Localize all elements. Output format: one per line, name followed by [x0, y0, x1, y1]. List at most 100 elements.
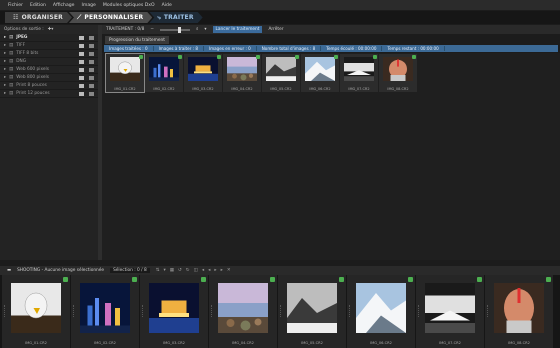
thumbnail-size-slider[interactable] [159, 26, 190, 33]
thumbnail-filename: IMG_02.CR2 [153, 87, 175, 91]
output-option-label: TIFF 8 bits [16, 51, 39, 56]
settings-icon[interactable] [79, 83, 84, 88]
folder-icon[interactable] [89, 91, 94, 96]
processing-thumbnail[interactable]: IMG_06.CR2 [301, 54, 339, 92]
expand-arrow-icon[interactable]: ▸ [4, 75, 6, 80]
tab-personnaliser[interactable]: ⟋ PERSONNALISER [69, 12, 152, 23]
processing-thumbnail[interactable]: IMG_07.CR2 [340, 54, 378, 92]
output-option-row[interactable]: ▸ ▤ Print 12 pouces [0, 90, 98, 98]
filmstrip-thumbnail[interactable]: IMG_05.CR2 [278, 275, 346, 348]
expand-arrow-icon[interactable]: ▸ [4, 43, 6, 48]
folder-icon[interactable] [89, 83, 94, 88]
processing-stats: Images traitées : 0 Images à traiter : 8… [104, 45, 558, 52]
selection-count: Sélection : 0 / 8 [110, 268, 150, 273]
menu-image[interactable]: Image [82, 3, 96, 8]
status-badge [270, 277, 275, 282]
rotate-left-icon[interactable]: ↺ [178, 268, 182, 273]
processing-thumbnail[interactable]: IMG_05.CR2 [262, 54, 300, 92]
filter-icon[interactable]: ▾ [163, 268, 165, 273]
filmstrip-thumbnail[interactable]: IMG_04.CR2 [209, 275, 277, 348]
first-icon[interactable]: ◂ [202, 268, 204, 273]
filter-icon[interactable]: ▾ [204, 27, 206, 32]
output-icon: ▤ [9, 83, 14, 88]
filmstrip-thumbnail[interactable]: IMG_03.CR2 [140, 275, 208, 348]
status-badge [339, 277, 344, 282]
menu-help[interactable]: Aide [162, 3, 172, 8]
processing-thumbnail[interactable]: IMG_02.CR2 [145, 54, 183, 92]
add-output-icon[interactable]: ✚▾ [48, 27, 54, 32]
menu-file[interactable]: Fichier [8, 3, 23, 8]
output-option-row[interactable]: ▸ ▤ JPEG [0, 34, 98, 42]
expand-arrow-icon[interactable]: ▸ [4, 59, 6, 64]
delete-icon[interactable]: ✕ [227, 268, 231, 273]
folder-icon[interactable] [89, 43, 94, 48]
status-badge [63, 277, 68, 282]
output-option-label: JPEG [16, 35, 28, 40]
output-option-label: DNG [16, 59, 27, 64]
menu-optics-modules[interactable]: Modules optiques DxO [103, 3, 155, 8]
rotate-right-icon[interactable]: ↻ [186, 268, 190, 273]
folder-icon[interactable] [89, 67, 94, 72]
filmstrip: IMG_01.CR2 IMG_02.CR2 IMG_03.CR2 IMG_04.… [0, 275, 560, 348]
filmstrip-toolbar: ▬ SHOOTING - Aucune image sélectionnée S… [0, 266, 560, 275]
zoom-in-icon[interactable]: ⌕ [196, 27, 198, 32]
output-option-row[interactable]: ▸ ▤ Print 8 pouces [0, 82, 98, 90]
filmstrip-thumbnail[interactable]: IMG_07.CR2 [416, 275, 484, 348]
next-icon[interactable]: ▸ [214, 268, 216, 273]
grid-icon: ☷ [13, 14, 19, 21]
thumbnail-filename: IMG_04.CR2 [232, 341, 254, 345]
output-icon: ▤ [9, 51, 14, 56]
output-option-row[interactable]: ▸ ▤ Web 600 pixels [0, 66, 98, 74]
sort-icon[interactable]: ⇅ [156, 268, 160, 273]
output-option-row[interactable]: ▸ ▤ DNG [0, 58, 98, 66]
output-option-row[interactable]: ▸ ▤ TIFF [0, 42, 98, 50]
settings-icon[interactable] [79, 67, 84, 72]
menu-edit[interactable]: Edition [30, 3, 46, 8]
folder-icon[interactable] [89, 75, 94, 80]
processing-thumbnail[interactable]: IMG_08.CR2 [379, 54, 417, 92]
folder-icon[interactable] [89, 35, 94, 40]
processing-thumbnail[interactable]: IMG_01.CR2 [105, 53, 145, 93]
zoom-out-icon[interactable]: − [150, 27, 154, 32]
settings-icon[interactable] [79, 43, 84, 48]
filmstrip-thumbnail[interactable]: IMG_08.CR2 [485, 275, 553, 348]
stop-button[interactable]: Arrêter [268, 27, 283, 32]
filmstrip-thumbnail[interactable]: IMG_02.CR2 [71, 275, 139, 348]
settings-icon[interactable] [79, 35, 84, 40]
processing-thumbnail[interactable]: IMG_04.CR2 [223, 54, 261, 92]
expand-arrow-icon[interactable]: ▸ [4, 83, 6, 88]
filmstrip-thumbnail[interactable]: IMG_01.CR2 [2, 275, 70, 348]
last-icon[interactable]: ▸ [221, 268, 223, 273]
compare-icon[interactable]: ◫ [194, 268, 198, 273]
status-badge [477, 277, 482, 282]
settings-icon[interactable] [79, 75, 84, 80]
output-option-row[interactable]: ▸ ▤ TIFF 8 bits [0, 50, 98, 58]
expand-arrow-icon[interactable]: ▸ [4, 51, 6, 56]
expand-arrow-icon[interactable]: ▸ [4, 35, 6, 40]
settings-icon[interactable] [79, 51, 84, 56]
output-option-label: Web 800 pixels [16, 75, 49, 80]
thumbnail-filename: IMG_03.CR2 [192, 87, 214, 91]
start-processing-button[interactable]: Lancer le traitement [212, 26, 263, 33]
expand-arrow-icon[interactable]: ▸ [4, 67, 6, 72]
stat-total: Nombre total d'images : 8 [257, 46, 322, 51]
prev-icon[interactable]: ◂ [208, 268, 210, 273]
grid-view-icon[interactable]: ▦ [170, 268, 174, 273]
tab-organiser[interactable]: ☷ ORGANISER [5, 12, 72, 23]
folder-icon[interactable] [89, 51, 94, 56]
thumbnail-filename: IMG_07.CR2 [439, 341, 461, 345]
tab-traiter[interactable]: ⤷ TRAITER [149, 12, 202, 23]
tab-processing-progress[interactable]: Progression du traitement [105, 36, 169, 44]
settings-icon[interactable] [79, 59, 84, 64]
output-option-row[interactable]: ▸ ▤ Web 800 pixels [0, 74, 98, 82]
output-icon: ▤ [9, 91, 14, 96]
settings-icon[interactable] [79, 91, 84, 96]
source-label: SHOOTING - Aucune image sélectionnée [17, 268, 105, 273]
tab-organiser-label: ORGANISER [21, 14, 63, 21]
filmstrip-thumbnail[interactable]: IMG_06.CR2 [347, 275, 415, 348]
processing-thumbnail[interactable]: IMG_03.CR2 [184, 54, 222, 92]
menu-view[interactable]: Affichage [53, 3, 75, 8]
expand-arrow-icon[interactable]: ▸ [4, 91, 6, 96]
folder-icon[interactable] [89, 59, 94, 64]
status-badge [201, 277, 206, 282]
